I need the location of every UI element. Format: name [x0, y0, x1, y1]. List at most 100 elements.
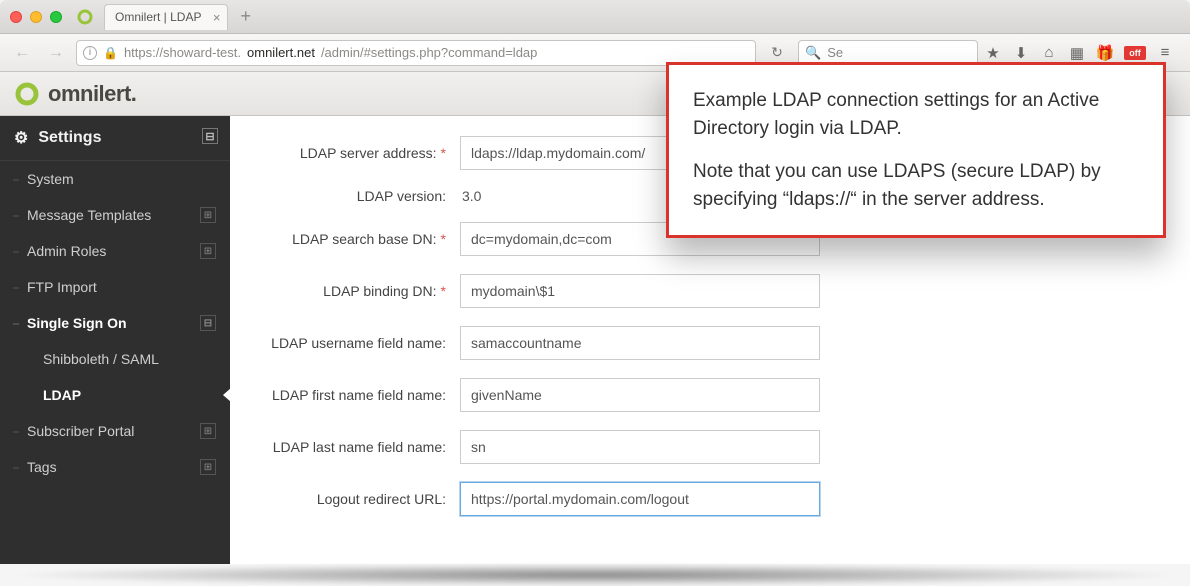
close-window-button[interactable]: [10, 11, 22, 23]
sidebar-item-label: Shibboleth / SAML: [43, 351, 159, 367]
url-prefix: https://showard-test.: [124, 45, 241, 60]
home-icon[interactable]: ⌂: [1040, 44, 1058, 62]
browser-tab[interactable]: Omnilert | LDAP ×: [104, 4, 228, 30]
forward-button[interactable]: →: [42, 39, 70, 67]
titlebar: Omnilert | LDAP × +: [0, 0, 1190, 34]
reload-button[interactable]: ↻: [762, 44, 792, 61]
form-input[interactable]: [460, 482, 820, 516]
new-tab-button[interactable]: +: [234, 6, 257, 27]
expand-icon[interactable]: ⊞: [200, 459, 216, 475]
required-asterisk: *: [441, 145, 446, 161]
off-badge-icon[interactable]: off: [1124, 46, 1146, 60]
sidebar-item-tags[interactable]: ⎯ Tags ⊞: [0, 449, 230, 485]
sidebar-item-single-sign-on[interactable]: ⎯ Single Sign On ⊟: [0, 305, 230, 341]
tab-favicon: [76, 8, 94, 26]
form-label: LDAP binding DN: *: [260, 283, 460, 299]
form-row: LDAP first name field name:: [260, 378, 1160, 412]
search-icon: 🔍: [805, 45, 821, 61]
star-icon[interactable]: ★: [984, 44, 1002, 62]
form-row: LDAP binding DN: *: [260, 274, 1160, 308]
form-label: LDAP search base DN: *: [260, 231, 460, 247]
tree-line-icon: ⎯: [13, 316, 19, 331]
collapse-icon[interactable]: ⊟: [202, 128, 218, 144]
lock-icon: 🔒: [103, 46, 118, 60]
extensions-row: ★ ⬇ ⌂ ▦ 🎁 off ≡: [984, 44, 1182, 62]
form-label: LDAP version:: [260, 188, 460, 204]
expand-icon[interactable]: ⊞: [200, 423, 216, 439]
form-label: LDAP server address:*: [260, 145, 460, 161]
sidebar-header-label: Settings: [38, 129, 101, 147]
url-domain: omnilert.net: [247, 45, 315, 60]
form-label-text: Logout redirect URL:: [317, 491, 446, 507]
grid-icon[interactable]: ▦: [1068, 44, 1086, 62]
tree-line-icon: ⎯: [13, 280, 19, 295]
tab-title: Omnilert | LDAP: [115, 10, 201, 24]
expand-icon[interactable]: ⊞: [200, 207, 216, 223]
tree-line-icon: ⎯: [13, 172, 19, 187]
form-input[interactable]: [460, 430, 820, 464]
sidebar-item-label: Message Templates: [27, 207, 151, 223]
info-icon: i: [83, 46, 97, 60]
sidebar-item-ftp-import[interactable]: ⎯ FTP Import: [0, 269, 230, 305]
sidebar-item-label: Admin Roles: [27, 243, 106, 259]
brand-stop: .: [131, 81, 137, 106]
torn-edge-shadow: [0, 564, 1190, 586]
sidebar-item-admin-roles[interactable]: ⎯ Admin Roles ⊞: [0, 233, 230, 269]
callout-paragraph-2: Note that you can use LDAPS (secure LDAP…: [693, 158, 1139, 213]
minimize-window-button[interactable]: [30, 11, 42, 23]
sidebar-item-label: Single Sign On: [27, 315, 127, 331]
form-label: LDAP last name field name:: [260, 439, 460, 455]
tree-line-icon: ⎯: [13, 244, 19, 259]
sidebar-header-settings[interactable]: ⚙ Settings ⊟: [0, 116, 230, 161]
form-label-text: LDAP search base DN:: [292, 231, 436, 247]
browser-search-text: Se: [827, 45, 843, 60]
brand-name-text: omnilert: [48, 81, 131, 106]
url-field[interactable]: i 🔒 https://showard-test. omnilert.net/ad…: [76, 40, 756, 66]
sidebar-item-label: LDAP: [43, 387, 81, 403]
brand-name: omnilert.: [48, 81, 136, 107]
sidebar-item-subscriber-portal[interactable]: ⎯ Subscriber Portal ⊞: [0, 413, 230, 449]
form-label-text: LDAP binding DN:: [323, 283, 436, 299]
tree-line-icon: ⎯: [13, 208, 19, 223]
window-controls: [10, 11, 62, 23]
form-row: LDAP last name field name:: [260, 430, 1160, 464]
tree-line-icon: ⎯: [13, 460, 19, 475]
form-label-text: LDAP username field name:: [271, 335, 446, 351]
browser-window: Omnilert | LDAP × + ← → i 🔒 https://show…: [0, 0, 1190, 564]
callout-paragraph-1: Example LDAP connection settings for an …: [693, 87, 1139, 142]
sidebar-item-label: System: [27, 171, 74, 187]
zoom-window-button[interactable]: [50, 11, 62, 23]
form-label-text: LDAP last name field name:: [273, 439, 446, 455]
gear-icon: ⚙: [14, 128, 28, 148]
sidebar-item-shibboleth-saml[interactable]: Shibboleth / SAML: [0, 341, 230, 377]
brand-icon: [14, 81, 40, 107]
expand-icon[interactable]: ⊞: [200, 243, 216, 259]
sidebar-item-label: FTP Import: [27, 279, 97, 295]
sidebar-item-system[interactable]: ⎯ System: [0, 161, 230, 197]
form-input[interactable]: [460, 378, 820, 412]
annotation-callout: Example LDAP connection settings for an …: [666, 62, 1166, 238]
form-label-text: LDAP first name field name:: [272, 387, 446, 403]
required-asterisk: *: [441, 231, 446, 247]
sidebar-item-message-templates[interactable]: ⎯ Message Templates ⊞: [0, 197, 230, 233]
sidebar-item-label: Tags: [27, 459, 57, 475]
sidebar-item-label: Subscriber Portal: [27, 423, 134, 439]
close-tab-icon[interactable]: ×: [213, 10, 221, 25]
tree-line-icon: ⎯: [13, 424, 19, 439]
form-input[interactable]: [460, 274, 820, 308]
sidebar-item-ldap[interactable]: LDAP: [0, 377, 230, 413]
required-asterisk: *: [441, 283, 446, 299]
settings-sidebar: ⚙ Settings ⊟ ⎯System⎯Message Templates⊞⎯…: [0, 116, 230, 564]
form-input[interactable]: [460, 326, 820, 360]
download-icon[interactable]: ⬇: [1012, 44, 1030, 62]
menu-icon[interactable]: ≡: [1156, 44, 1174, 62]
form-label: LDAP username field name:: [260, 335, 460, 351]
url-path: /admin/#settings.php?command=ldap: [321, 45, 537, 60]
gift-icon[interactable]: 🎁: [1096, 44, 1114, 62]
form-label-text: LDAP server address:: [300, 145, 437, 161]
form-label: LDAP first name field name:: [260, 387, 460, 403]
back-button[interactable]: ←: [8, 39, 36, 67]
form-static-value: 3.0: [460, 188, 481, 204]
collapse-icon[interactable]: ⊟: [200, 315, 216, 331]
form-row: LDAP username field name:: [260, 326, 1160, 360]
